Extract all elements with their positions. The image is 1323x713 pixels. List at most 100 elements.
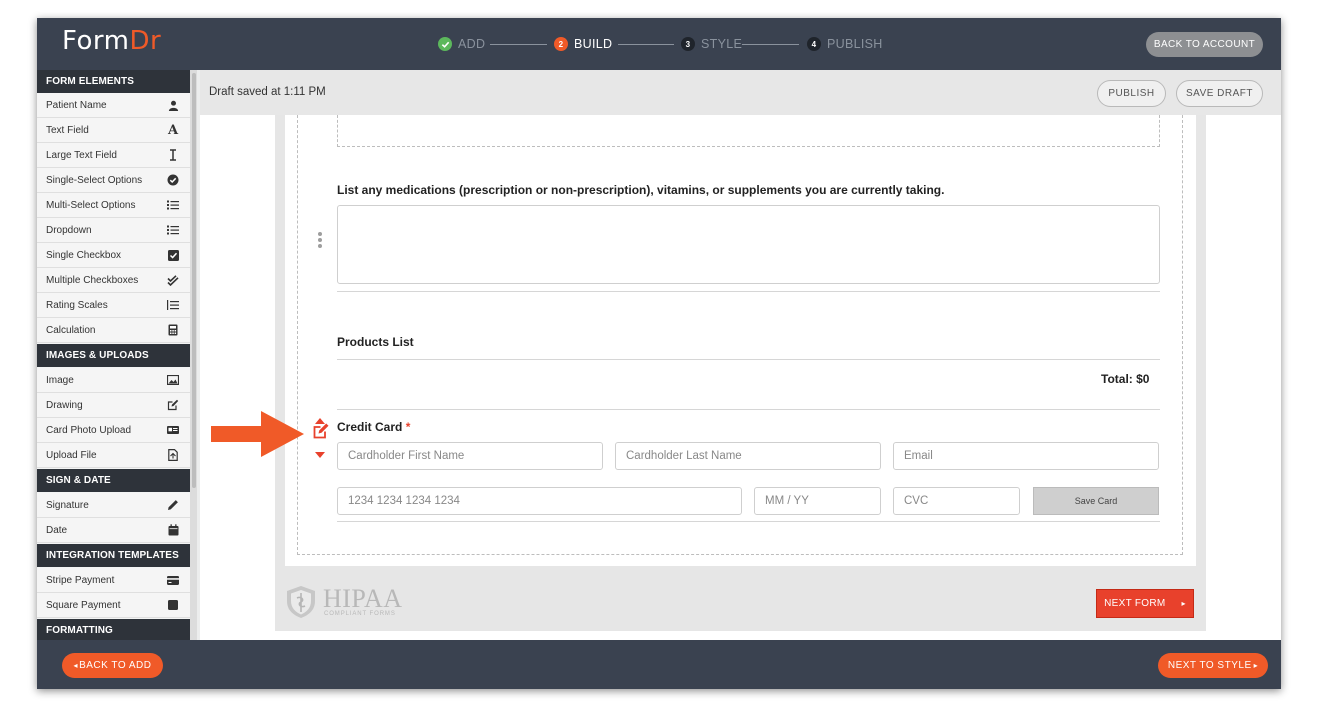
publish-button[interactable]: PUBLISH bbox=[1097, 80, 1166, 107]
formdr-logo[interactable]: FormDr bbox=[62, 26, 161, 56]
bottom-bar: ◂ BACK TO ADD NEXT TO STYLE ▸ bbox=[37, 640, 1281, 689]
card-cvc-field[interactable]: CVC bbox=[893, 487, 1020, 515]
sidebar-item-label: Card Photo Upload bbox=[46, 424, 132, 436]
sidebar-heading-sign-date: SIGN & DATE bbox=[37, 469, 190, 492]
sidebar-item-drawing[interactable]: Drawing bbox=[37, 393, 190, 418]
divider bbox=[337, 359, 1160, 360]
hipaa-title: HIPAA bbox=[323, 584, 403, 613]
sidebar-item-calculation[interactable]: Calculation bbox=[37, 318, 190, 343]
credit-card-label-text: Credit Card bbox=[337, 420, 403, 434]
sidebar-item-label: Rating Scales bbox=[46, 299, 108, 311]
sidebar-item-label: Multiple Checkboxes bbox=[46, 274, 139, 286]
save-draft-button[interactable]: SAVE DRAFT bbox=[1176, 80, 1263, 107]
list-icon bbox=[166, 223, 180, 237]
next-to-style-button[interactable]: NEXT TO STYLE ▸ bbox=[1158, 653, 1268, 678]
sidebar-item-single-select[interactable]: Single-Select Options bbox=[37, 168, 190, 193]
step-publish-number: 4 bbox=[807, 37, 821, 51]
sidebar-item-multi-select[interactable]: Multi-Select Options bbox=[37, 193, 190, 218]
sidebar-item-label: Signature bbox=[46, 499, 89, 511]
double-check-icon bbox=[166, 273, 180, 287]
sidebar-item-card-photo-upload[interactable]: Card Photo Upload bbox=[37, 418, 190, 443]
sidebar-item-patient-name[interactable]: Patient Name bbox=[37, 93, 190, 118]
sidebar-item-stripe-payment[interactable]: Stripe Payment bbox=[37, 568, 190, 593]
chevron-left-icon: ◂ bbox=[73, 661, 79, 670]
annotation-arrow-icon bbox=[211, 411, 306, 457]
sidebar-item-label: Dropdown bbox=[46, 224, 92, 236]
edit-field-icon[interactable] bbox=[312, 422, 330, 440]
sidebar-scrollbar-thumb[interactable] bbox=[192, 73, 196, 488]
sidebar-item-label: Stripe Payment bbox=[46, 574, 115, 586]
sidebar-item-dropdown[interactable]: Dropdown bbox=[37, 218, 190, 243]
sidebar-item-image[interactable]: Image bbox=[37, 368, 190, 393]
logo-form-text: Form bbox=[62, 26, 130, 56]
sidebar-item-single-checkbox[interactable]: Single Checkbox bbox=[37, 243, 190, 268]
draft-status: Draft saved at 1:11 PM bbox=[209, 86, 326, 98]
divider bbox=[337, 291, 1160, 292]
products-list-label: Products List bbox=[337, 335, 414, 349]
card-number-field[interactable]: 1234 1234 1234 1234 bbox=[337, 487, 742, 515]
next-form-label: NEXT FORM bbox=[1104, 598, 1166, 609]
previous-field-dropzone bbox=[337, 115, 1160, 147]
step-add-check-icon bbox=[438, 37, 452, 51]
credit-card-icon bbox=[166, 573, 180, 587]
sidebar-item-label: Large Text Field bbox=[46, 149, 117, 161]
sidebar-item-label: Date bbox=[46, 524, 68, 536]
form-elements-sidebar: FORM ELEMENTS Patient Name Text Field A L… bbox=[37, 70, 197, 640]
step-style[interactable]: 3 STYLE bbox=[681, 35, 742, 53]
step-build-label: BUILD bbox=[574, 37, 613, 51]
sidebar-item-label: Upload File bbox=[46, 449, 97, 461]
sidebar-item-upload-file[interactable]: Upload File bbox=[37, 443, 190, 468]
chevron-right-icon: ▸ bbox=[1181, 599, 1186, 608]
step-style-label: STYLE bbox=[701, 37, 743, 51]
rating-list-icon bbox=[166, 298, 180, 312]
sidebar-item-signature[interactable]: Signature bbox=[37, 493, 190, 518]
cardholder-last-name-field[interactable]: Cardholder Last Name bbox=[615, 442, 881, 470]
cardholder-first-name-field[interactable]: Cardholder First Name bbox=[337, 442, 603, 470]
sidebar-item-date[interactable]: Date bbox=[37, 518, 190, 543]
email-field[interactable]: Email bbox=[893, 442, 1159, 470]
top-bar: FormDr ADD 2 BUILD 3 STYLE 4 PUBLISH BAC… bbox=[37, 18, 1281, 70]
edit-icon bbox=[166, 398, 180, 412]
move-down-icon[interactable] bbox=[315, 445, 325, 458]
calendar-icon bbox=[166, 523, 180, 537]
sidebar-item-label: Calculation bbox=[46, 324, 96, 336]
pencil-icon bbox=[166, 498, 180, 512]
sidebar-item-multiple-checkboxes[interactable]: Multiple Checkboxes bbox=[37, 268, 190, 293]
person-icon bbox=[166, 98, 180, 112]
checkbox-icon bbox=[166, 248, 180, 262]
image-icon bbox=[166, 373, 180, 387]
sidebar-item-label: Drawing bbox=[46, 399, 83, 411]
products-total: Total: $0 bbox=[1101, 372, 1150, 386]
sidebar-item-label: Image bbox=[46, 374, 74, 386]
step-add[interactable]: ADD bbox=[438, 35, 485, 53]
sidebar-item-label: Multi-Select Options bbox=[46, 199, 136, 211]
sidebar-heading-images-uploads: IMAGES & UPLOADS bbox=[37, 344, 190, 367]
step-build[interactable]: 2 BUILD bbox=[554, 35, 612, 53]
sidebar-heading-integration-templates: INTEGRATION TEMPLATES bbox=[37, 544, 190, 567]
move-up-icon[interactable] bbox=[315, 411, 325, 424]
back-to-account-button[interactable]: BACK TO ACCOUNT bbox=[1146, 32, 1263, 57]
sidebar-item-square-payment[interactable]: Square Payment bbox=[37, 593, 190, 618]
list-icon bbox=[166, 198, 180, 212]
sidebar-heading-formatting: FORMATTING bbox=[37, 619, 190, 640]
save-card-button[interactable]: Save Card bbox=[1033, 487, 1159, 515]
step-build-number: 2 bbox=[554, 37, 568, 51]
step-connector bbox=[618, 44, 674, 45]
sidebar-item-large-text-field[interactable]: Large Text Field bbox=[37, 143, 190, 168]
sidebar-item-text-field[interactable]: Text Field A bbox=[37, 118, 190, 143]
card-expiry-field[interactable]: MM / YY bbox=[754, 487, 881, 515]
step-publish[interactable]: 4 PUBLISH bbox=[807, 35, 883, 53]
sidebar-item-rating-scales[interactable]: Rating Scales bbox=[37, 293, 190, 318]
hipaa-compliant-logo: HIPAA COMPLIANT FORMS bbox=[283, 584, 413, 620]
check-circle-icon bbox=[166, 173, 180, 187]
back-to-add-button[interactable]: ◂ BACK TO ADD bbox=[62, 653, 163, 678]
sidebar-item-label: Single Checkbox bbox=[46, 249, 122, 261]
next-form-button[interactable]: NEXT FORM ▸ bbox=[1096, 589, 1194, 618]
drag-handle-icon[interactable] bbox=[318, 232, 323, 250]
sidebar-heading-form-elements: FORM ELEMENTS bbox=[37, 70, 190, 93]
step-publish-label: PUBLISH bbox=[827, 37, 883, 51]
calculator-icon bbox=[166, 323, 180, 337]
medications-textarea[interactable] bbox=[337, 205, 1160, 284]
medications-label: List any medications (prescription or no… bbox=[337, 183, 945, 197]
letter-a-icon: A bbox=[167, 122, 179, 138]
